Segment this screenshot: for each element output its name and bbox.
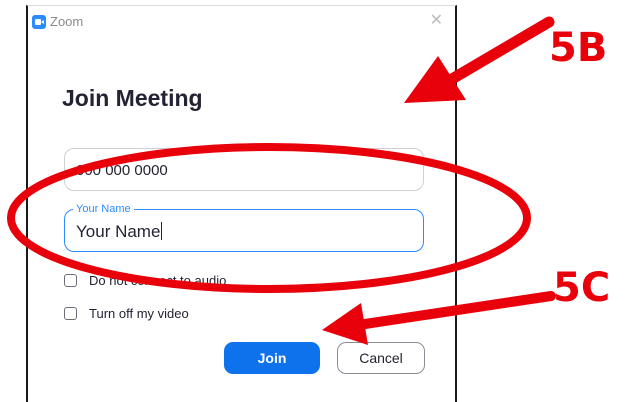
meeting-id-input[interactable]: 000 000 0000: [64, 148, 424, 191]
video-option-row[interactable]: Turn off my video: [64, 304, 189, 322]
name-value: Your Name: [76, 222, 163, 242]
name-field-label: Your Name: [73, 202, 134, 216]
join-meeting-dialog: Zoom ✕ Join Meeting 000 000 0000 Your Na…: [26, 5, 457, 402]
name-input[interactable]: Your Name Your Name: [64, 202, 424, 252]
arrow-5b-shaft: [446, 16, 555, 85]
zoom-camera-icon: [32, 15, 46, 29]
video-checkbox[interactable]: [64, 306, 77, 320]
video-option-label: Turn off my video: [89, 305, 189, 321]
close-icon[interactable]: ✕: [430, 12, 443, 28]
app-title: Zoom: [50, 14, 84, 29]
screenshot-canvas: Zoom ✕ Join Meeting 000 000 0000 Your Na…: [0, 0, 631, 402]
join-button[interactable]: Join: [224, 342, 320, 374]
page-title: Join Meeting: [62, 85, 203, 111]
audio-option-label: Do not connect to audio: [89, 272, 227, 288]
title-bar: Zoom ✕: [28, 6, 455, 36]
text-caret: [161, 222, 163, 240]
cancel-button[interactable]: Cancel: [337, 342, 425, 374]
audio-option-row[interactable]: Do not connect to audio: [64, 271, 226, 289]
name-value-text: Your Name: [76, 222, 161, 241]
annotation-label-5c: 5C: [553, 265, 611, 311]
annotation-label-5b: 5B: [549, 25, 608, 71]
audio-checkbox[interactable]: [64, 273, 77, 287]
meeting-id-value: 000 000 0000: [76, 162, 168, 179]
